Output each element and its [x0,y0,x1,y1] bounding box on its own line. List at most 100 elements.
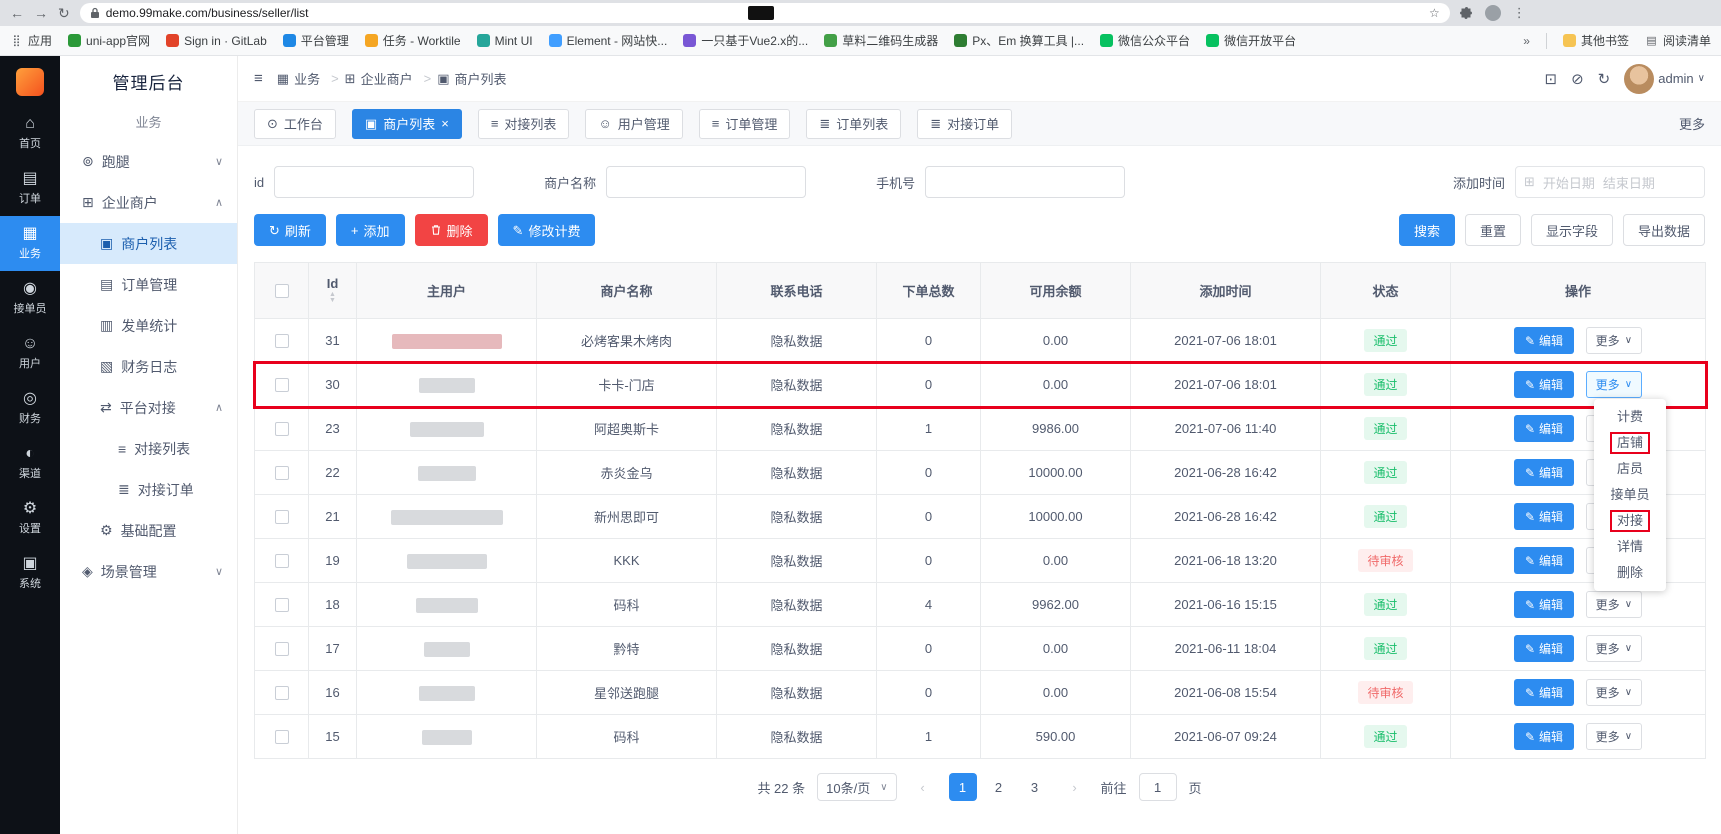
url-bar[interactable]: demo.99make.com/business/seller/list ☆ [80,3,1450,23]
row-checkbox[interactable] [275,334,289,348]
rail-item[interactable]: 订单 [0,161,60,216]
bookmark-star-icon[interactable]: ☆ [1429,6,1440,20]
add-button[interactable]: + 添加 [336,214,405,246]
sidebar-menu-item[interactable]: 跑腿 [60,141,237,182]
search-button[interactable]: 搜索 [1399,214,1455,246]
dropdown-item[interactable]: 店员 [1594,456,1666,482]
dropdown-item[interactable]: 接单员 [1594,482,1666,508]
page-tab[interactable]: 工作台 × [254,109,336,139]
sidebar-menu-item[interactable]: 企业商户 [60,182,237,223]
row-checkbox[interactable] [275,598,289,612]
row-checkbox[interactable] [275,730,289,744]
page-number-button[interactable]: 1 [949,773,977,801]
edit-button[interactable]: ✎ 编辑 [1514,547,1574,574]
dropdown-item[interactable]: 店铺 [1594,430,1666,456]
modify-billing-button[interactable]: ✎ 修改计费 [498,214,596,246]
overflow-bookmarks-icon[interactable]: » [1523,34,1530,48]
extensions-puzzle-icon[interactable] [1460,7,1473,20]
more-button[interactable]: 更多 ∨ [1586,327,1642,354]
refresh-icon[interactable]: ↻ [1598,70,1611,88]
date-range-input[interactable]: 开始日期 结束日期 [1515,166,1705,198]
app-logo-icon[interactable] [16,68,44,96]
bookmark[interactable]: uni-app官网 [68,32,150,49]
sidebar-menu-item[interactable]: 发单统计 [60,305,237,346]
show-fields-button[interactable]: 显示字段 [1531,214,1613,246]
bookmark[interactable]: 任务 - Worktile [365,32,461,49]
rail-item[interactable]: 系统 [0,546,60,601]
dropdown-item[interactable]: 详情 [1594,534,1666,560]
profile-icon[interactable] [1485,5,1501,21]
sidebar-menu-item[interactable]: 场景管理 [60,551,237,592]
export-button[interactable]: 导出数据 [1623,214,1705,246]
menu-dots-icon[interactable]: ⋮ [1513,5,1526,21]
rail-item[interactable]: 渠道 [0,436,60,491]
more-button[interactable]: 更多 ∨ [1586,371,1642,398]
edit-button[interactable]: ✎ 编辑 [1514,327,1574,354]
lock-screen-icon[interactable]: ⊘ [1571,70,1584,88]
bookmark[interactable]: 微信开放平台 [1206,32,1296,49]
sidebar-menu-item[interactable]: 商户列表 [60,223,237,264]
delete-button[interactable]: 删除 [415,214,488,246]
back-icon[interactable]: ← [10,6,24,20]
tabs-more-button[interactable]: 更多 [1679,114,1705,133]
row-checkbox[interactable] [275,642,289,656]
sidebar-menu-item[interactable]: 对接列表 [60,428,237,469]
reload-icon[interactable]: ↻ [58,6,70,20]
bookmark[interactable]: 一只基于Vue2.x的... [683,32,808,49]
rail-item[interactable]: 财务 [0,381,60,436]
edit-button[interactable]: ✎ 编辑 [1514,371,1574,398]
bookmark[interactable]: 平台管理 [283,32,349,49]
bookmark[interactable]: 草料二维码生成器 [824,32,938,49]
row-checkbox[interactable] [275,378,289,392]
collapse-menu-icon[interactable]: ≡ [254,70,263,87]
bookmark[interactable]: 微信公众平台 [1100,32,1190,49]
edit-button[interactable]: ✎ 编辑 [1514,591,1574,618]
phone-filter-input[interactable] [925,166,1125,198]
row-checkbox[interactable] [275,510,289,524]
fullscreen-icon[interactable]: ⊡ [1545,70,1558,88]
sidebar-menu-item[interactable]: 对接订单 [60,469,237,510]
bookmark[interactable]: 其他书签 [1563,32,1629,49]
refresh-button[interactable]: ↻ 刷新 [254,214,326,246]
column-header-id[interactable]: Id ▲▼ [309,263,357,319]
more-button[interactable]: 更多 ∨ [1586,679,1642,706]
forward-icon[interactable]: → [34,6,48,20]
rail-item[interactable]: 用户 [0,326,60,381]
more-button[interactable]: 更多 ∨ [1586,635,1642,662]
page-number-button[interactable]: 2 [985,773,1013,801]
goto-page-input[interactable] [1139,773,1177,801]
bookmark[interactable]: Element - 网站快... [549,32,668,49]
page-tab[interactable]: 订单列表 × [806,109,901,139]
bookmark[interactable]: Sign in · GitLab [166,34,267,48]
breadcrumb-item[interactable]: 商户列表 [437,69,506,88]
edit-button[interactable]: ✎ 编辑 [1514,723,1574,750]
dropdown-item[interactable]: 对接 [1594,508,1666,534]
dropdown-item[interactable]: 计费 [1594,404,1666,430]
merchant-name-filter-input[interactable] [606,166,806,198]
prev-page-button[interactable]: ‹ [909,773,937,801]
edit-button[interactable]: ✎ 编辑 [1514,415,1574,442]
breadcrumb-item[interactable]: 业务 [277,69,339,88]
edit-button[interactable]: ✎ 编辑 [1514,503,1574,530]
user-menu[interactable]: admin ∨ [1624,64,1705,94]
page-tab[interactable]: 对接订单 × [917,109,1012,139]
bookmark[interactable]: 应用 [10,32,52,49]
rail-item[interactable]: 接单员 [0,271,60,326]
dropdown-item[interactable]: 删除 [1594,560,1666,586]
sidebar-menu-item[interactable]: 财务日志 [60,346,237,387]
row-checkbox[interactable] [275,422,289,436]
row-checkbox[interactable] [275,686,289,700]
page-number-button[interactable]: 3 [1021,773,1049,801]
page-tab[interactable]: 对接列表 × [478,109,570,139]
sort-icons[interactable]: ▲▼ [329,292,336,304]
id-filter-input[interactable] [274,166,474,198]
next-page-button[interactable]: › [1061,773,1089,801]
edit-button[interactable]: ✎ 编辑 [1514,679,1574,706]
rail-item[interactable]: 业务 [0,216,60,271]
more-button[interactable]: 更多 ∨ [1586,591,1642,618]
row-checkbox[interactable] [275,554,289,568]
bookmark[interactable]: Px、Em 换算工具 |... [954,32,1084,49]
sidebar-menu-item[interactable]: 基础配置 [60,510,237,551]
rail-item[interactable]: 设置 [0,491,60,546]
breadcrumb-item[interactable]: 企业商户 [345,69,432,88]
